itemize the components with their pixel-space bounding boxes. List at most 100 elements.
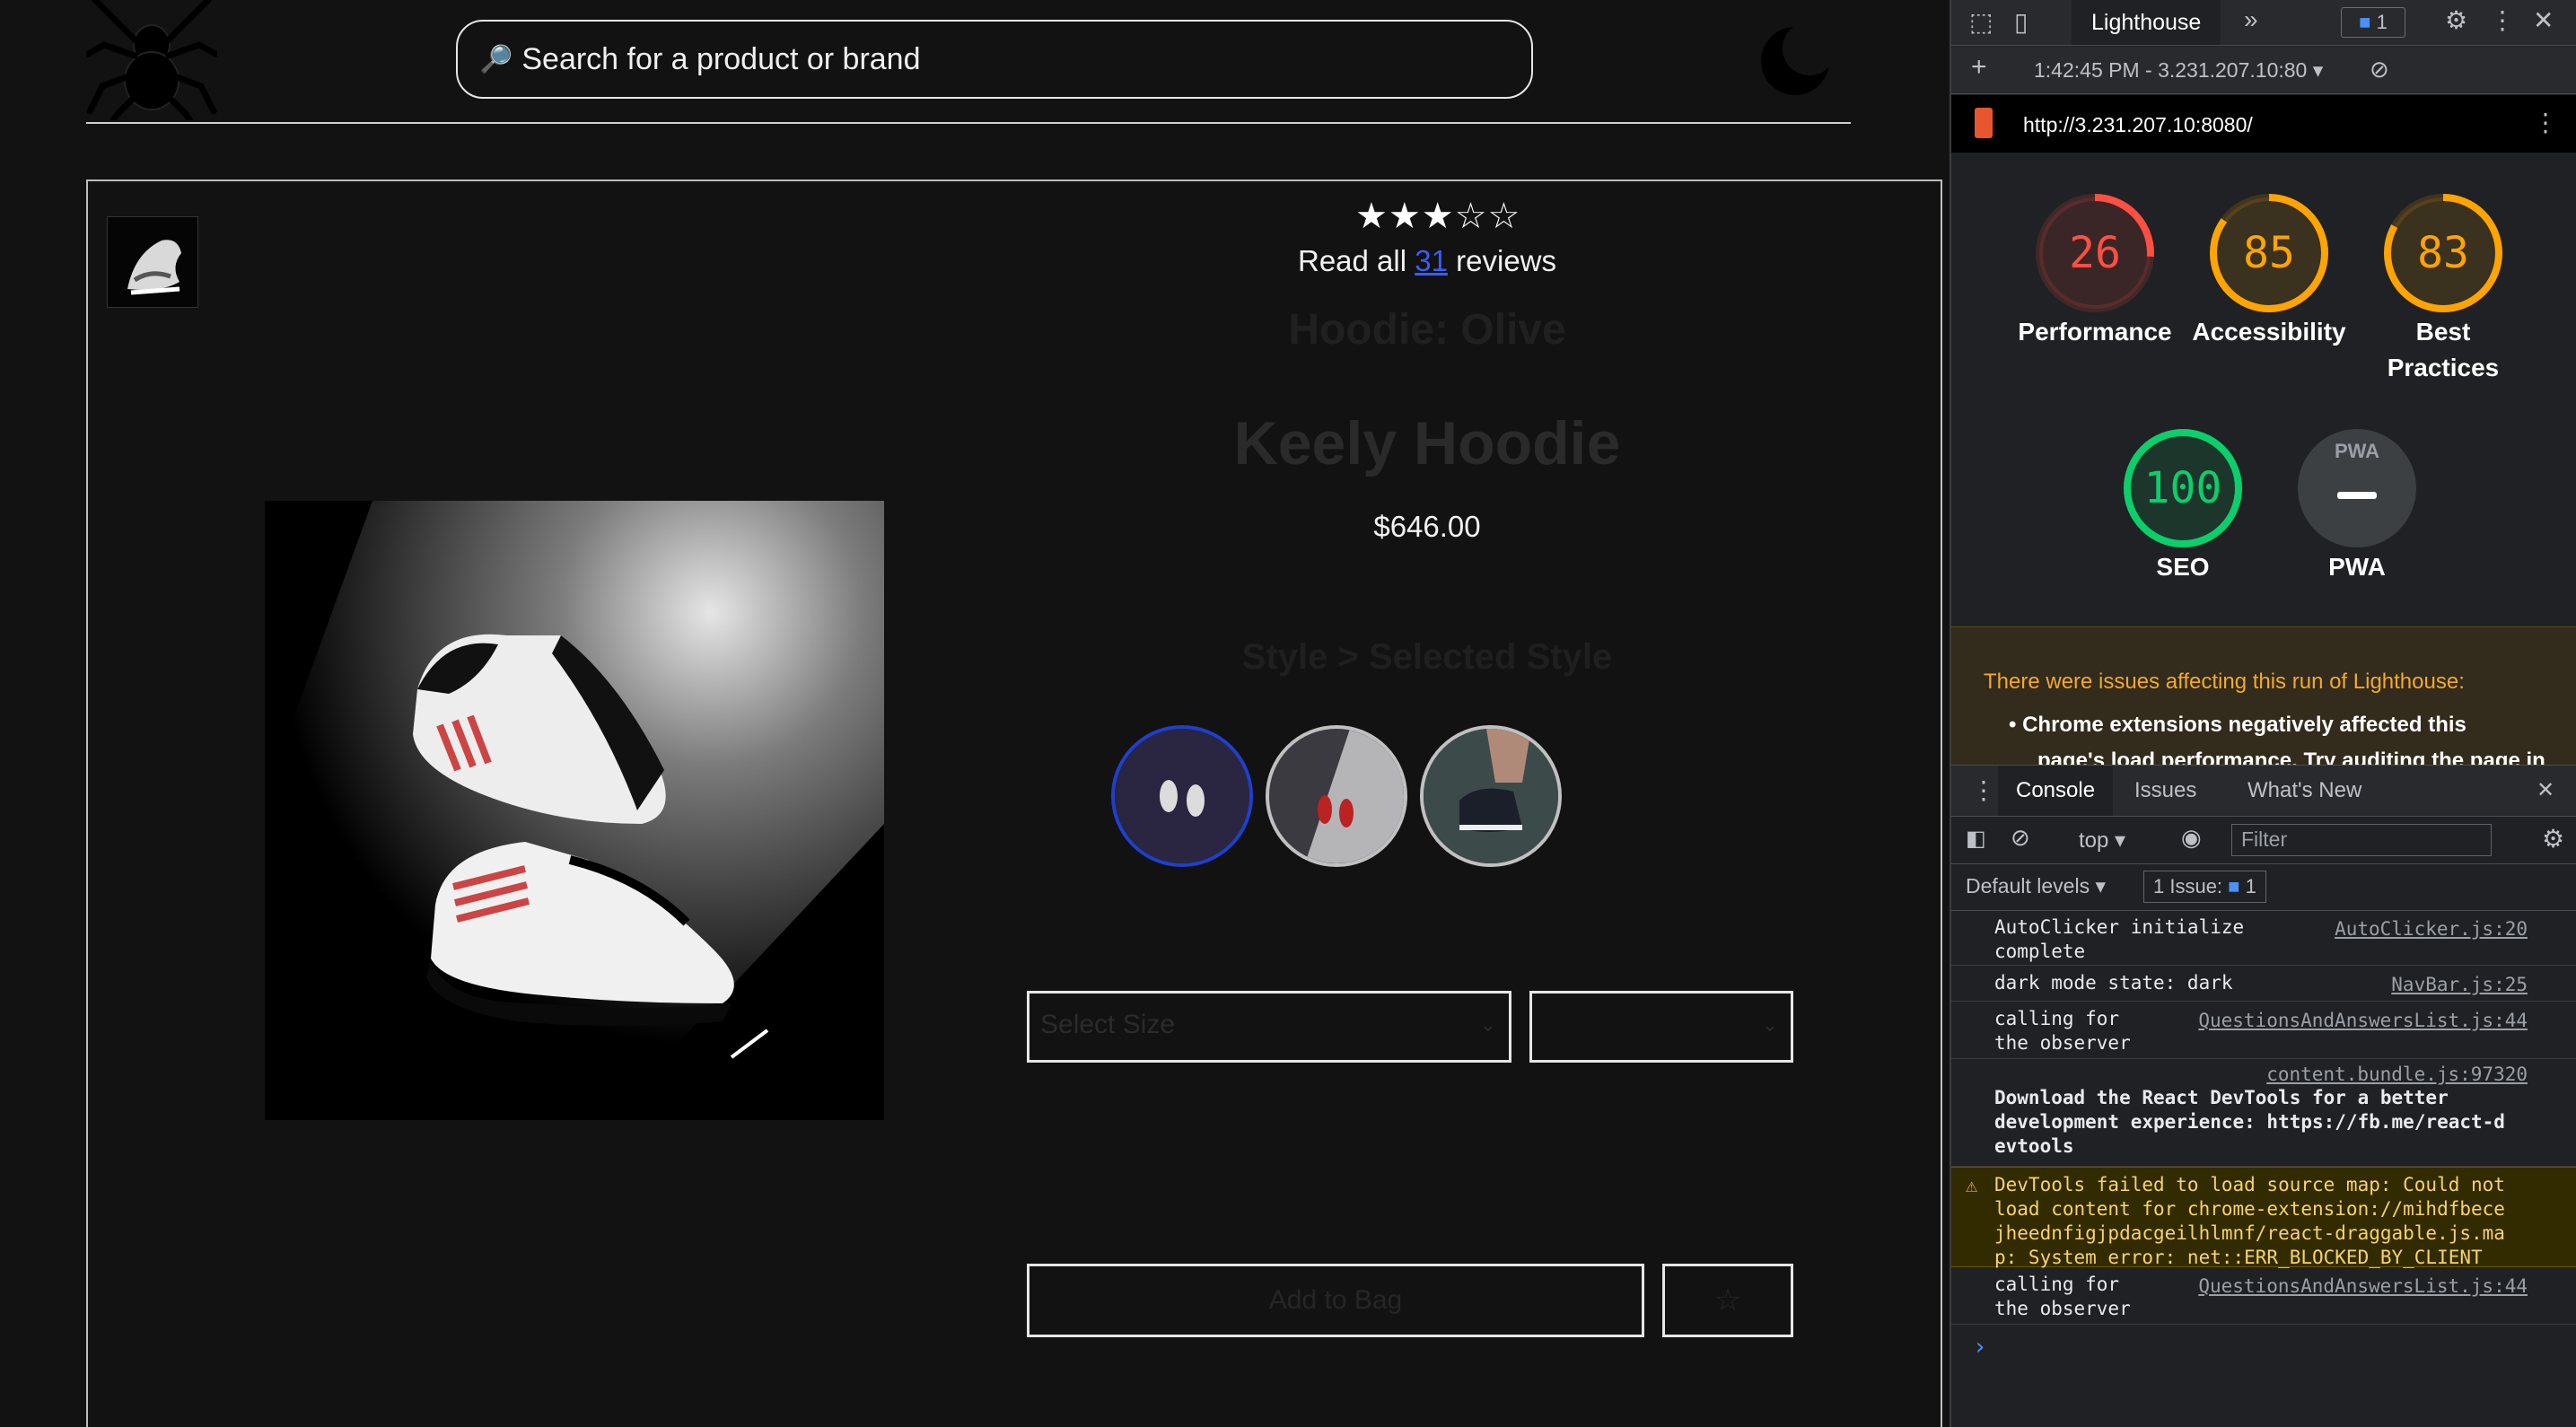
- search-placeholder: Search for a product or brand: [521, 41, 921, 76]
- score-gauge-performance[interactable]: 26: [2032, 190, 2158, 316]
- log-message: Download the React DevTools for a better…: [1994, 1087, 2505, 1157]
- pwa-badge-icon: PWA: [2334, 440, 2380, 462]
- issues-chip-label: 1 Issue:: [2153, 875, 2223, 897]
- message-icon: ■: [2228, 875, 2240, 897]
- star-filled-icon: ★: [1388, 197, 1422, 236]
- console-log-row: QuestionsAndAnswersList.js:44 calling for…: [1951, 1267, 2576, 1325]
- dark-mode-toggle-icon[interactable]: [1759, 22, 1836, 97]
- rating-stars: ★★★☆☆: [1355, 196, 1520, 237]
- inspect-element-icon[interactable]: ⬚: [1969, 7, 1993, 37]
- warning-item-text: Chrome extensions negatively affected th…: [2022, 713, 2466, 737]
- log-source-link[interactable]: content.bundle.js:97320: [2266, 1063, 2528, 1087]
- lighthouse-report-bar: + 1:42:45 PM - 3.231.207.10:80 ▾ ⊘: [1951, 47, 2576, 94]
- console-warning-row: ⚠ DevTools failed to load source map: Cou…: [1951, 1167, 2576, 1268]
- star-empty-icon: ☆: [1454, 197, 1488, 236]
- score-value: 83: [2417, 228, 2469, 278]
- report-selector[interactable]: 1:42:45 PM - 3.231.207.10:80 ▾: [2034, 58, 2323, 83]
- tab-issues[interactable]: Issues: [2134, 766, 2196, 816]
- devtools-toolbar: ⬚ ▯ Lighthouse » ■ 1 ⚙ ⋮ ✕: [1951, 0, 2576, 46]
- log-source-link[interactable]: NavBar.js:25: [2391, 973, 2528, 997]
- message-icon: ■: [2359, 11, 2371, 33]
- score-gauge-seo[interactable]: 100: [2120, 425, 2246, 551]
- lighthouse-logo-icon: [1975, 108, 1993, 138]
- audited-url: http://3.231.207.10:8080/: [2023, 113, 2253, 136]
- add-to-bag-button[interactable]: Add to Bag: [1027, 1264, 1644, 1337]
- spider-logo[interactable]: [84, 0, 219, 124]
- more-tabs-icon[interactable]: »: [2244, 5, 2258, 34]
- score-value: 85: [2243, 228, 2295, 278]
- reviews-suffix: reviews: [1456, 244, 1556, 277]
- warning-item-continued: page's load performance. Try auditing th…: [2037, 749, 2545, 766]
- url-menu-icon[interactable]: ⋮: [2533, 108, 2558, 137]
- issues-badge-count: 1: [2376, 11, 2388, 33]
- clear-reports-icon[interactable]: ⊘: [2370, 56, 2389, 83]
- issues-chip[interactable]: 1 Issue: ■ 1: [2143, 871, 2266, 903]
- score-gauge-accessibility[interactable]: 85: [2206, 190, 2332, 316]
- console-log-row: QuestionsAndAnswersList.js:44 calling for…: [1951, 1002, 2576, 1059]
- log-message: AutoClicker initialize complete: [1994, 916, 2245, 962]
- chevron-down-icon: ⌄: [1761, 1013, 1778, 1036]
- style-swatch-2[interactable]: [1266, 725, 1407, 867]
- product-title: Keely Hoodie: [1233, 409, 1621, 477]
- lighthouse-url-bar: http://3.231.207.10:8080/ ⋮: [1951, 95, 2576, 153]
- clear-console-icon[interactable]: ⊘: [2011, 824, 2030, 852]
- log-levels-dropdown[interactable]: Default levels ▾: [1966, 874, 2106, 898]
- product-price: $646.00: [1373, 510, 1481, 543]
- device-toolbar-icon[interactable]: ▯: [2014, 7, 2028, 37]
- star-filled-icon: ★: [1355, 197, 1389, 236]
- console-levels-bar: Default levels ▾ 1 Issue: ■ 1: [1951, 863, 2576, 911]
- close-icon[interactable]: ✕: [2533, 5, 2554, 35]
- chevron-down-icon: ⌄: [1479, 1013, 1496, 1036]
- issues-badge[interactable]: ■ 1: [2341, 7, 2405, 38]
- drawer-menu-icon[interactable]: ⋮: [1971, 766, 1996, 816]
- warning-item: • Chrome extensions negatively affected …: [2009, 713, 2466, 737]
- product-thumbnail[interactable]: [107, 216, 198, 308]
- devtools-panel: ⬚ ▯ Lighthouse » ■ 1 ⚙ ⋮ ✕ + 1:42:45 PM …: [1950, 0, 2576, 1427]
- search-icon: 🔎: [479, 44, 513, 74]
- reviews-count-link[interactable]: 31: [1415, 244, 1448, 277]
- console-prompt[interactable]: ›: [1973, 1334, 1987, 1361]
- quantity-select[interactable]: ⌄: [1529, 991, 1793, 1063]
- log-message: dark mode state: dark: [1994, 972, 2233, 994]
- console-log-row: content.bundle.js:97320 Download the Reac…: [1951, 1059, 2576, 1167]
- score-value: 100: [2143, 463, 2222, 513]
- report-time: 1:42:45 PM - 3.231.207.10:80: [2034, 58, 2308, 82]
- star-filled-icon: ★: [1421, 197, 1455, 236]
- add-report-icon[interactable]: +: [1971, 52, 1987, 83]
- search-bar[interactable]: 🔎 Search for a product or brand: [456, 20, 1533, 99]
- issues-chip-count: 1: [2245, 875, 2256, 897]
- context-label: top: [2079, 828, 2109, 853]
- sidebar-toggle-icon[interactable]: ◧: [1966, 826, 1986, 852]
- style-swatch-3[interactable]: [1420, 725, 1562, 867]
- live-expression-eye-icon[interactable]: ◉: [2181, 824, 2202, 852]
- warning-icon: ⚠: [1966, 1175, 1978, 1197]
- close-drawer-icon[interactable]: ✕: [2537, 766, 2554, 816]
- score-label: SEO: [2156, 553, 2210, 581]
- product-category: Hoodie: Olive: [1288, 306, 1566, 354]
- drawer-tabs: ⋮ Console Issues What's New ✕: [1951, 765, 2576, 817]
- score-gauge-best-practices[interactable]: 83: [2380, 190, 2506, 316]
- settings-gear-icon[interactable]: ⚙: [2445, 5, 2467, 35]
- selected-style-label: Style > Selected Style: [1241, 637, 1613, 677]
- console-filter-input[interactable]: Filter: [2231, 824, 2492, 856]
- log-source-link[interactable]: QuestionsAndAnswersList.js:44: [2198, 1009, 2528, 1033]
- product-page: 🔎 Search for a product or brand ★★★☆☆ Re…: [0, 0, 1950, 1427]
- log-levels-label: Default levels: [1966, 874, 2090, 897]
- log-source-link[interactable]: QuestionsAndAnswersList.js:44: [2198, 1274, 2528, 1299]
- favorite-star-button[interactable]: ☆: [1662, 1264, 1793, 1337]
- kebab-menu-icon[interactable]: ⋮: [2490, 5, 2515, 35]
- tab-lighthouse[interactable]: Lighthouse: [2072, 0, 2221, 45]
- context-selector[interactable]: top ▾: [2079, 827, 2125, 854]
- log-message: calling for the observer: [1994, 1274, 2131, 1319]
- tab-whats-new[interactable]: What's New: [2247, 766, 2361, 816]
- warning-title: There were issues affecting this run of …: [1984, 670, 2465, 694]
- log-source-link[interactable]: AutoClicker.js:20: [2335, 917, 2528, 941]
- tab-console[interactable]: Console: [1998, 766, 2114, 816]
- product-main-image[interactable]: [265, 501, 884, 1120]
- console-settings-icon[interactable]: ⚙: [2542, 824, 2564, 854]
- size-select[interactable]: Select Size ⌄: [1027, 991, 1511, 1063]
- read-reviews: Read all 31 reviews: [1292, 244, 1562, 278]
- style-swatch-1[interactable]: [1111, 725, 1253, 867]
- star-empty-icon: ☆: [1487, 197, 1521, 236]
- score-gauge-pwa[interactable]: PWA: [2294, 425, 2420, 551]
